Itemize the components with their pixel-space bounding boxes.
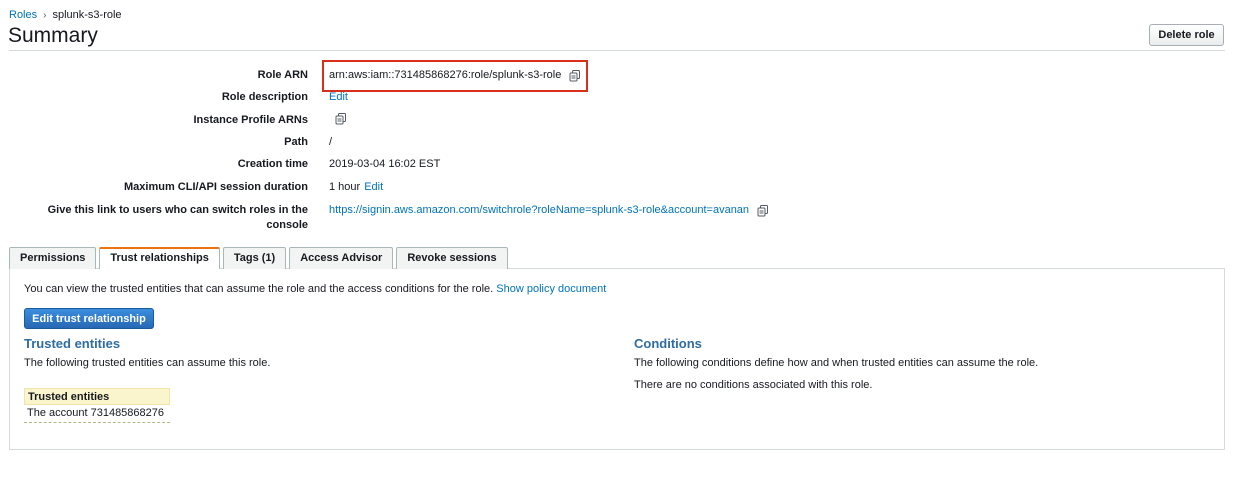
page-title: Summary [8,24,98,47]
copy-icon[interactable] [757,204,769,217]
edit-trust-relationship-button[interactable]: Edit trust relationship [24,308,154,329]
summary-row-path: Path / [0,135,1235,150]
tab-bar: Permissions Trust relationships Tags (1)… [9,247,508,269]
tab-trust-relationships[interactable]: Trust relationships [99,247,220,269]
summary-row-switch-link: Give this link to users who can switch r… [0,203,1235,233]
delete-role-button[interactable]: Delete role [1149,24,1224,46]
breadcrumb-current: splunk-s3-role [52,9,122,21]
no-conditions-text: There are no conditions associated with … [634,379,873,391]
breadcrumb-roles-link[interactable]: Roles [9,9,37,21]
table-row: The account 731485868276 [24,405,170,423]
role-arn-label: Role ARN [257,69,308,81]
tab-tags[interactable]: Tags (1) [222,247,287,269]
switch-role-link[interactable]: https://signin.aws.amazon.com/switchrole… [329,203,749,218]
max-session-label: Maximum CLI/API session duration [124,181,308,193]
summary-row-max-session: Maximum CLI/API session duration 1 hour … [0,180,1235,195]
switch-link-label: Give this link to users who can switch r… [0,203,308,233]
creation-time-label: Creation time [237,158,308,170]
tab-permissions[interactable]: Permissions [9,247,97,269]
tab-access-advisor[interactable]: Access Advisor [289,247,394,269]
trusted-entities-heading: Trusted entities [24,336,121,351]
copy-icon[interactable] [335,113,347,125]
trusted-entities-table-header: Trusted entities [24,388,170,405]
switch-link-label-line2: console [266,219,308,231]
max-session-value: 1 hour [329,181,361,193]
instance-profile-label: Instance Profile ARNs [193,114,308,126]
summary-row-role-description: Role description Edit [0,90,1235,105]
title-divider [9,50,1225,51]
conditions-heading: Conditions [634,336,702,351]
role-arn-highlight-box [322,60,588,92]
trusted-entities-description: The following trusted entities can assum… [24,357,271,369]
summary-row-creation-time: Creation time 2019-03-04 16:02 EST [0,157,1235,172]
breadcrumb: Roles › splunk-s3-role [9,9,122,21]
creation-time-value: 2019-03-04 16:02 EST [329,158,441,170]
path-value: / [329,136,333,148]
role-description-label: Role description [221,91,308,103]
switch-link-label-line1: Give this link to users who can switch r… [47,204,308,216]
max-session-edit-link[interactable]: Edit [364,180,383,195]
summary-row-instance-profile: Instance Profile ARNs [0,113,1235,128]
show-policy-document-link[interactable]: Show policy document [496,283,606,295]
role-description-edit-link[interactable]: Edit [329,90,348,105]
trusted-entities-table: Trusted entities The account 73148586827… [24,388,170,423]
trust-intro-text: You can view the trusted entities that c… [24,283,494,295]
conditions-description: The following conditions define how and … [634,357,1039,369]
path-label: Path [284,136,308,148]
chevron-right-icon: › [43,9,47,21]
trust-intro: You can view the trusted entities that c… [24,283,606,295]
summary-row-role-arn: Role ARN arn:aws:iam::731485868276:role/… [0,68,1235,83]
tab-revoke-sessions[interactable]: Revoke sessions [396,247,508,269]
